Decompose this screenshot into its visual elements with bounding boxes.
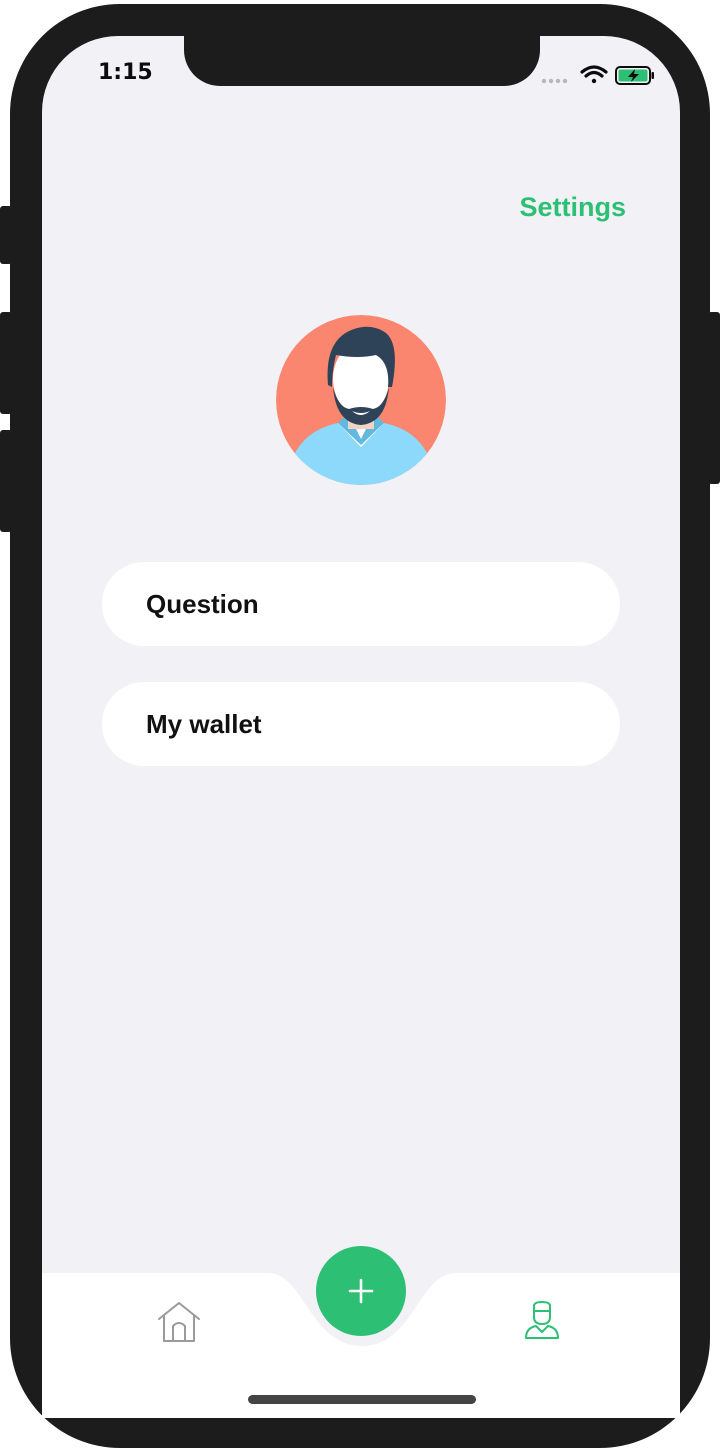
home-icon[interactable] [156, 1300, 202, 1344]
profile-icon[interactable] [524, 1300, 560, 1340]
battery-charging-icon [615, 66, 654, 85]
wifi-icon [580, 65, 608, 84]
home-indicator [248, 1395, 476, 1404]
menu-item-label: Question [146, 588, 259, 619]
settings-link[interactable]: Settings [519, 192, 626, 223]
status-icons [541, 65, 654, 85]
status-time: 1:15 [98, 60, 153, 85]
add-icon [348, 1278, 374, 1304]
notch [184, 36, 540, 86]
add-button[interactable] [316, 1246, 406, 1336]
menu-item-label: My wallet [146, 708, 262, 739]
signal-dots-icon [541, 78, 568, 84]
menu-item-question[interactable]: Question [102, 562, 620, 646]
avatar [276, 315, 446, 485]
menu-item-my-wallet[interactable]: My wallet [102, 682, 620, 766]
